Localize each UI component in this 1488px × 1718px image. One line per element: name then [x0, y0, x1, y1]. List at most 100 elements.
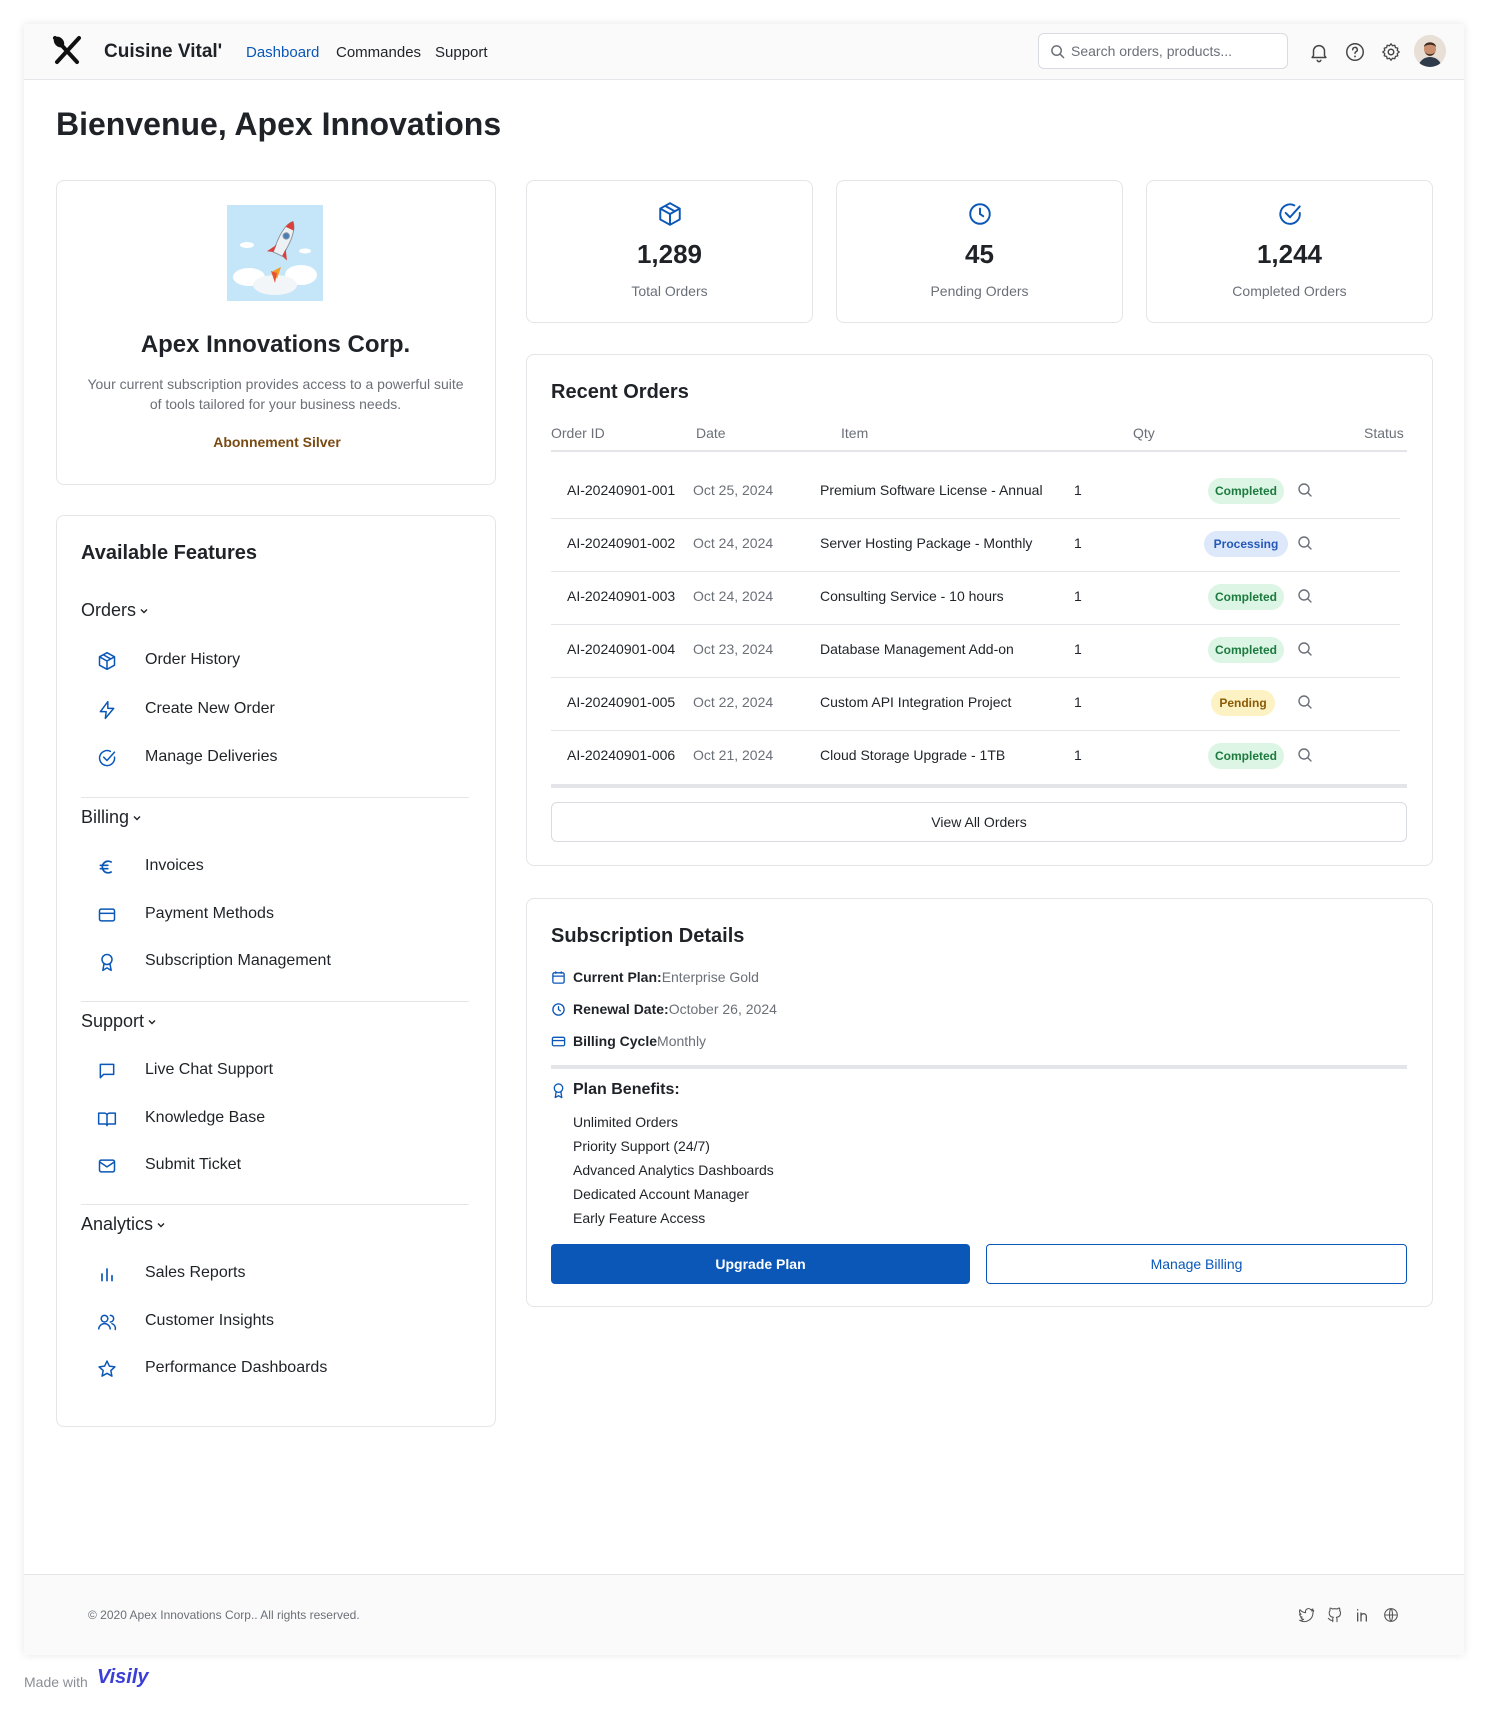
feature-label: Knowledge Base — [145, 1109, 266, 1126]
group-billing-label: Billing — [81, 807, 130, 827]
billing-cycle-label: Billing Cycle — [573, 1033, 658, 1049]
renewal-date-label: Renewal Date: — [573, 1001, 669, 1017]
table-row[interactable]: AI-20240901-005 Oct 22, 2024 Custom API … — [551, 678, 1400, 731]
feature-label: Sales Reports — [145, 1264, 246, 1281]
order-date: Oct 25, 2024 — [693, 482, 774, 498]
stat-label: Completed Orders — [1232, 283, 1347, 299]
view-order-search-icon[interactable] — [1297, 641, 1313, 657]
visily-logo[interactable]: Visily — [97, 1666, 149, 1689]
upgrade-plan-button[interactable]: Upgrade Plan — [551, 1244, 970, 1284]
linkedin-icon[interactable] — [1355, 1607, 1371, 1623]
table-row[interactable]: AI-20240901-006 Oct 21, 2024 Cloud Stora… — [551, 731, 1400, 784]
chevron-down-icon — [157, 1223, 165, 1228]
column-header-qty[interactable]: Qty — [1133, 425, 1155, 441]
page-footer: © 2020 Apex Innovations Corp.. All right… — [24, 1574, 1464, 1655]
order-item: Server Hosting Package - Monthly — [820, 535, 1033, 551]
status-badge: Completed — [1208, 584, 1284, 610]
feature-label: Subscription Management — [145, 952, 331, 969]
group-billing-toggle[interactable]: Billing — [81, 807, 143, 828]
group-support-toggle[interactable]: Support — [81, 1011, 158, 1032]
benefit-item: Priority Support (24/7) — [573, 1138, 710, 1154]
clock-icon — [552, 1003, 565, 1016]
stat-label: Pending Orders — [930, 283, 1029, 299]
benefit-item: Unlimited Orders — [573, 1114, 679, 1130]
credit-card-icon — [98, 908, 116, 922]
order-date: Oct 21, 2024 — [693, 747, 774, 763]
feature-label: Order History — [145, 651, 241, 668]
order-qty: 1 — [1074, 747, 1082, 763]
clock-icon — [968, 203, 991, 225]
column-header-status[interactable]: Status — [1364, 425, 1404, 441]
copyright-text: © 2020 Apex Innovations Corp.. All right… — [88, 1608, 360, 1622]
nav-support[interactable]: Support — [435, 44, 488, 61]
feature-label: Create New Order — [145, 700, 275, 717]
view-order-search-icon[interactable] — [1297, 482, 1313, 498]
order-item: Custom API Integration Project — [820, 694, 1012, 710]
search-box[interactable] — [1038, 33, 1288, 69]
group-analytics-toggle[interactable]: Analytics — [81, 1214, 167, 1235]
view-order-search-icon[interactable] — [1297, 747, 1313, 763]
subscription-details-card: Subscription Details Current Plan:Enterp… — [526, 898, 1433, 1307]
order-item: Cloud Storage Upgrade - 1TB — [820, 747, 1006, 763]
table-row[interactable]: AI-20240901-002 Oct 24, 2024 Server Host… — [551, 519, 1400, 572]
feature-label: Manage Deliveries — [145, 748, 278, 765]
table-row[interactable]: AI-20240901-004 Oct 23, 2024 Database Ma… — [551, 625, 1400, 678]
features-title: Available Features — [81, 542, 258, 564]
feature-label: Submit Ticket — [145, 1156, 242, 1173]
view-order-search-icon[interactable] — [1297, 588, 1313, 604]
feature-label: Performance Dashboards — [145, 1359, 328, 1376]
current-plan-label: Current Plan: — [573, 969, 662, 985]
view-order-search-icon[interactable] — [1297, 694, 1313, 710]
check-circle-icon — [1278, 203, 1301, 225]
subscription-tier-label[interactable]: Abonnement Silver — [57, 434, 497, 450]
twitter-icon[interactable] — [1299, 1607, 1315, 1623]
stat-label: Total Orders — [631, 283, 708, 299]
column-header-item[interactable]: Item — [841, 425, 868, 441]
view-order-search-icon[interactable] — [1297, 535, 1313, 551]
avatar-portrait — [1414, 35, 1446, 67]
benefit-item: Early Feature Access — [573, 1210, 706, 1226]
bolt-icon — [99, 700, 115, 720]
package-icon — [658, 202, 681, 226]
nav-commandes[interactable]: Commandes — [336, 44, 421, 61]
chevron-down-icon — [148, 1020, 156, 1025]
status-badge: Processing — [1204, 531, 1288, 557]
help-icon[interactable] — [1344, 41, 1366, 63]
order-date: Oct 22, 2024 — [693, 694, 774, 710]
view-all-orders-button[interactable]: View All Orders — [551, 802, 1407, 842]
order-id: AI-20240901-002 — [567, 535, 676, 551]
bell-icon[interactable] — [1308, 41, 1330, 63]
group-orders-toggle[interactable]: Orders — [81, 600, 150, 621]
column-header-date[interactable]: Date — [696, 425, 726, 441]
order-id: AI-20240901-006 — [567, 747, 676, 763]
utensils-logo-icon[interactable] — [50, 34, 84, 68]
table-scrollbar[interactable] — [551, 784, 1407, 788]
top-header: Cuisine Vital' Dashboard Commandes Suppo… — [24, 24, 1464, 80]
table-row[interactable]: AI-20240901-001 Oct 25, 2024 Premium Sof… — [551, 466, 1400, 519]
star-icon — [98, 1360, 116, 1377]
chat-icon — [99, 1063, 115, 1079]
order-id: AI-20240901-003 — [567, 588, 676, 604]
group-divider — [81, 797, 469, 798]
credit-card-icon — [551, 1036, 566, 1047]
search-input[interactable] — [1071, 41, 1279, 61]
globe-icon[interactable] — [1383, 1607, 1399, 1623]
benefit-item: Advanced Analytics Dashboards — [573, 1162, 774, 1178]
order-qty: 1 — [1074, 535, 1082, 551]
features-card: Available Features Orders Order History … — [56, 515, 496, 1427]
company-name: Apex Innovations Corp. — [140, 331, 411, 358]
billing-cycle-value: Monthly — [657, 1033, 707, 1049]
brand-name[interactable]: Cuisine Vital' — [104, 41, 222, 63]
column-header-order-id[interactable]: Order ID — [551, 425, 605, 441]
gear-icon[interactable] — [1380, 41, 1402, 63]
user-avatar[interactable] — [1414, 35, 1446, 67]
order-id: AI-20240901-004 — [567, 641, 676, 657]
table-row[interactable]: AI-20240901-003 Oct 24, 2024 Consulting … — [551, 572, 1400, 625]
order-item: Database Management Add-on — [820, 641, 1014, 657]
manage-billing-button[interactable]: Manage Billing — [986, 1244, 1407, 1284]
plan-benefits-title: Plan Benefits: — [573, 1081, 680, 1098]
nav-dashboard[interactable]: Dashboard — [246, 44, 319, 61]
order-qty: 1 — [1074, 641, 1082, 657]
github-icon[interactable] — [1327, 1607, 1343, 1623]
group-orders-label: Orders — [81, 600, 137, 620]
